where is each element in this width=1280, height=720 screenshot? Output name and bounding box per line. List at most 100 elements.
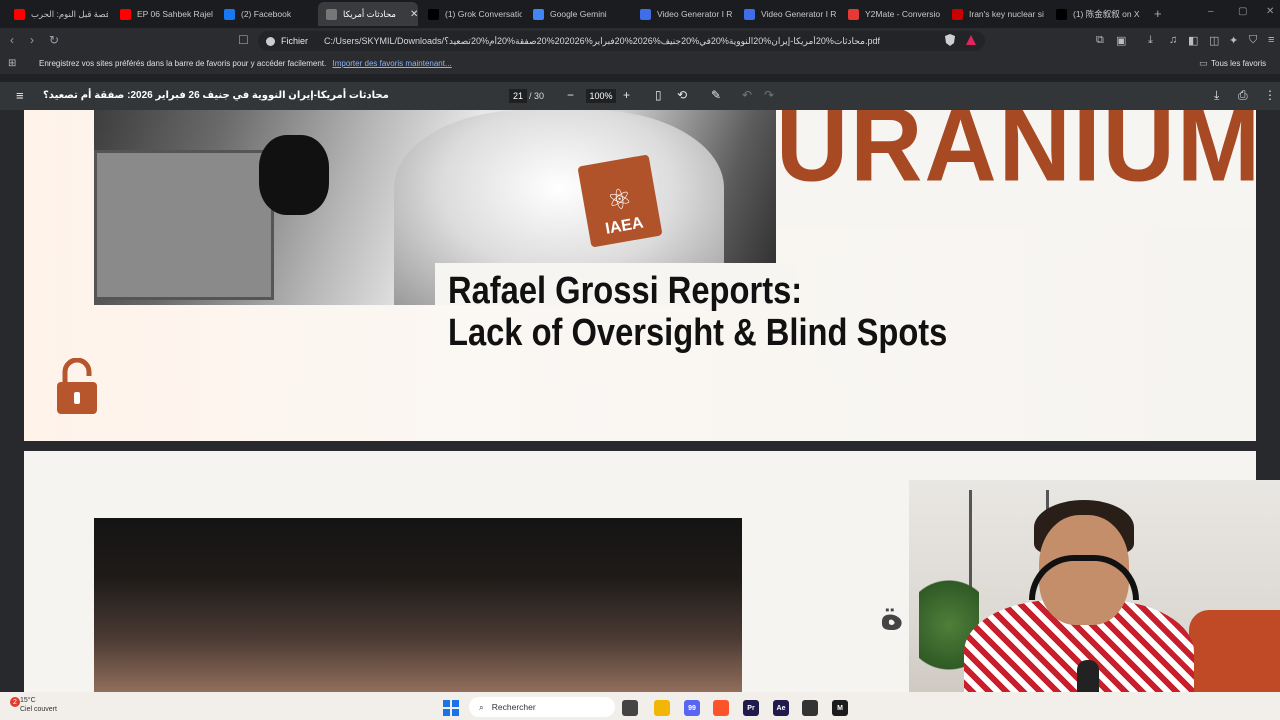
tab-9[interactable]: Y2Mate - Conversio bbox=[840, 2, 942, 26]
webcam-overlay bbox=[909, 480, 1280, 720]
close-tab-icon[interactable]: ✕ bbox=[410, 9, 418, 20]
partial-arabic-text: ة bbox=[880, 594, 904, 638]
reload-icon[interactable]: ↻ bbox=[49, 33, 59, 47]
favorites-message: Enregistrez vos sites préférés dans la b… bbox=[39, 59, 452, 68]
page-number-input[interactable]: 21 bbox=[509, 89, 527, 103]
fit-page-icon[interactable]: ▯ bbox=[655, 88, 662, 102]
leo-icon[interactable]: ✦ bbox=[1229, 34, 1238, 47]
reuters-icon bbox=[952, 8, 963, 20]
after-effects-icon[interactable]: Ae bbox=[773, 700, 789, 716]
tab-11[interactable]: (1) 陈金叙叙 on X bbox=[1048, 2, 1150, 26]
iaea-badge: ⚛ IAEA bbox=[577, 154, 663, 248]
tab-2[interactable]: EP 06 Sahbek Rajel bbox=[112, 2, 214, 26]
sidebar-icon[interactable]: ◧ bbox=[1188, 34, 1198, 47]
weather-temp: 15°C bbox=[20, 697, 36, 704]
gemini-icon bbox=[533, 8, 544, 20]
pdf-toolbar: ≡ محادثات أمريكا-إيران النووية في جنيف 2… bbox=[0, 82, 1280, 110]
tab-label: Iran's key nuclear si bbox=[969, 9, 1044, 19]
shield-icon[interactable]: ⛉ bbox=[1249, 34, 1257, 47]
more-options-icon[interactable]: ⋮ bbox=[1264, 88, 1276, 102]
pdf-icon bbox=[326, 8, 337, 20]
unlocked-padlock-icon bbox=[57, 358, 97, 414]
address-bar[interactable]: Fichier C:/Users/SKYMIL/Downloads/محادثا… bbox=[258, 31, 985, 51]
tab-label: Y2Mate - Conversio bbox=[865, 9, 941, 19]
wallet-icon[interactable]: ▣ bbox=[1116, 34, 1126, 47]
brave-shield-icon[interactable] bbox=[943, 33, 957, 47]
zoom-out-icon[interactable]: − bbox=[567, 88, 574, 102]
equipment-door bbox=[94, 150, 274, 300]
x-icon bbox=[428, 8, 439, 20]
headline-line-1: Rafael Grossi Reports: bbox=[448, 270, 803, 312]
media-icon[interactable]: ♫ bbox=[1169, 34, 1177, 46]
taskbar-search[interactable]: ⌕ Rechercher bbox=[469, 697, 615, 717]
bookmark-icon[interactable]: ☐ bbox=[238, 33, 249, 47]
facebook-icon bbox=[224, 8, 235, 20]
tab-label: Video Generator I R bbox=[761, 9, 837, 19]
download-icon[interactable]: ⤓ bbox=[1148, 34, 1153, 47]
all-favorites-button[interactable]: Tous les favoris bbox=[1211, 59, 1266, 68]
brave-icon[interactable] bbox=[713, 700, 729, 716]
tab-7[interactable]: Video Generator I R bbox=[632, 2, 734, 26]
url-text[interactable]: C:/Users/SKYMIL/Downloads/محادثات%20أمري… bbox=[324, 36, 880, 47]
m-app-icon[interactable]: M bbox=[832, 700, 848, 716]
premiere-icon[interactable]: Pr bbox=[743, 700, 759, 716]
brave-rewards-icon[interactable] bbox=[964, 33, 978, 47]
search-icon: ⌕ bbox=[479, 701, 484, 712]
task-view-icon[interactable] bbox=[622, 700, 638, 716]
tab-4[interactable]: محادثات أمريكا ✕ bbox=[318, 2, 418, 26]
tab-label: (1) 陈金叙叙 on X bbox=[1073, 9, 1140, 19]
tab-8[interactable]: Video Generator I R bbox=[736, 2, 838, 26]
undo-icon[interactable]: ↶ bbox=[742, 88, 752, 102]
draw-icon[interactable]: ✎ bbox=[711, 88, 721, 102]
tab-3[interactable]: (2) Facebook bbox=[216, 2, 318, 26]
tab-label: قصة قبل النوم: الحرب bbox=[31, 8, 108, 19]
tab-label: محادثات أمريكا bbox=[343, 8, 396, 19]
weather-icon[interactable]: 2 bbox=[10, 697, 20, 707]
iaea-badge-text: IAEA bbox=[604, 214, 645, 238]
davinci-icon[interactable] bbox=[802, 700, 818, 716]
atom-icon: ⚛ bbox=[604, 182, 635, 217]
tab-1[interactable]: قصة قبل النوم: الحرب bbox=[6, 2, 108, 26]
apps-grid-icon[interactable]: ⊞ bbox=[8, 58, 16, 69]
tab-label: (1) Grok Conversatio bbox=[445, 9, 522, 19]
back-icon[interactable]: ‹ bbox=[10, 33, 14, 47]
info-icon[interactable] bbox=[266, 36, 275, 46]
pdf-download-icon[interactable]: ⤓ bbox=[1214, 88, 1219, 103]
headline-line-2: Lack of Oversight & Blind Spots bbox=[448, 312, 948, 354]
weather-widget[interactable]: 15°C Ciel couvert bbox=[20, 696, 57, 714]
glove bbox=[259, 135, 329, 215]
tab-strip: قصة قبل النوم: الحرب EP 06 Sahbek Rajel (2… bbox=[0, 0, 1280, 28]
favorites-bar: ⊞ Enregistrez vos sites préférés dans la… bbox=[0, 54, 1280, 74]
redo-icon[interactable]: ↷ bbox=[764, 88, 774, 102]
tab-6[interactable]: Google Gemini bbox=[525, 2, 627, 26]
pdf-menu-icon[interactable]: ≡ bbox=[16, 88, 24, 103]
y2mate-icon bbox=[848, 8, 859, 20]
menu-icon[interactable]: ≡ bbox=[1268, 34, 1274, 46]
close-window-button[interactable]: ✕ bbox=[1266, 6, 1274, 17]
maximize-button[interactable]: ▢ bbox=[1238, 6, 1247, 17]
pdf-title: محادثات أمريكا-إيران النووية في جنيف 26 … bbox=[43, 90, 389, 101]
uranium-heading: URANIUM bbox=[776, 110, 1263, 204]
discord-icon[interactable]: 99 bbox=[684, 700, 700, 716]
windows-taskbar: 2 15°C Ciel couvert ⌕ Rechercher 99 Pr Ae M bbox=[0, 692, 1280, 720]
tab-10[interactable]: Iran's key nuclear si bbox=[944, 2, 1046, 26]
zoom-input[interactable]: 100% bbox=[586, 89, 616, 103]
tab-label: EP 06 Sahbek Rajel bbox=[137, 9, 213, 19]
tab-5[interactable]: (1) Grok Conversatio bbox=[420, 2, 522, 26]
extensions-icon[interactable]: ⧉ bbox=[1096, 34, 1104, 47]
zoom-in-icon[interactable]: + bbox=[623, 88, 630, 102]
rotate-icon[interactable]: ⟲ bbox=[677, 88, 687, 102]
page-total: / 30 bbox=[529, 91, 545, 101]
minimize-button[interactable]: – bbox=[1208, 6, 1214, 17]
vpn-icon[interactable]: ◫ bbox=[1209, 34, 1219, 47]
new-tab-button[interactable]: + bbox=[1154, 6, 1162, 21]
tab-label: Google Gemini bbox=[550, 9, 607, 19]
windows-start-icon[interactable] bbox=[443, 700, 459, 716]
headline: Rafael Grossi Reports: Lack of Oversight… bbox=[448, 270, 947, 354]
print-icon[interactable]: ⎙ bbox=[1238, 88, 1248, 103]
browser-toolbar: ‹ › ↻ ☐ Fichier C:/Users/SKYMIL/Download… bbox=[0, 28, 1280, 54]
import-favorites-link[interactable]: Importer des favoris maintenant... bbox=[332, 59, 451, 68]
youtube-icon bbox=[120, 8, 131, 20]
forward-icon[interactable]: › bbox=[30, 33, 34, 47]
file-explorer-icon[interactable] bbox=[654, 700, 670, 716]
